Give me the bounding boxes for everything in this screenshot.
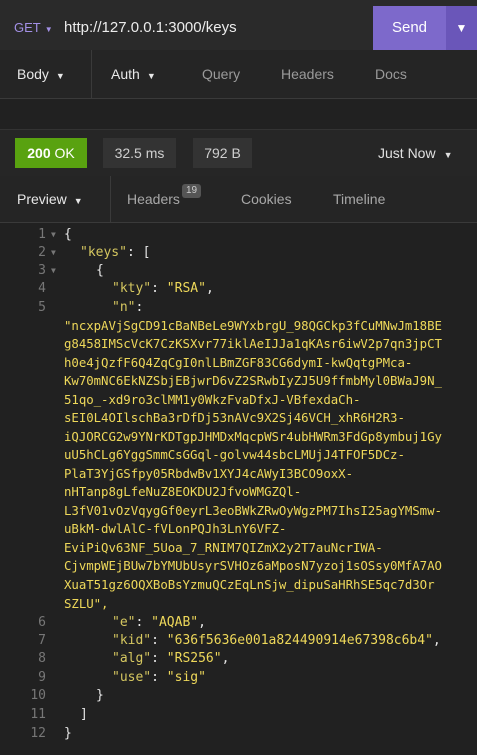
tab-body[interactable]: Body ▼	[17, 50, 65, 98]
json-value-wrap: nHTanp8gLfeNuZ8EOKDU2JfvoWMGZQl-	[64, 484, 302, 499]
line-number: 10	[30, 688, 46, 703]
json-key: "n"	[112, 300, 136, 315]
tab-docs[interactable]: Docs	[375, 50, 407, 98]
divider	[110, 176, 111, 222]
tab-preview[interactable]: Preview ▼	[17, 176, 83, 222]
line-number: 6	[38, 615, 46, 630]
line-number: 3	[38, 263, 46, 278]
request-tabs: Body ▼ Auth ▼ Query Headers Docs	[0, 50, 477, 99]
chevron-down-icon: ▼	[146, 71, 156, 81]
fold-arrow-icon[interactable]: ▼	[51, 262, 56, 280]
chevron-down-icon: ▼	[44, 25, 53, 34]
json-key: "e"	[112, 615, 136, 630]
line-number: 5	[38, 300, 46, 315]
code-line: {	[64, 227, 72, 242]
tab-cookies[interactable]: Cookies	[241, 176, 292, 222]
line-number: 12	[30, 726, 46, 741]
tab-label: Preview	[17, 191, 67, 207]
url-bar: GET ▼ http://127.0.0.1:3000/keys Send ▼	[0, 0, 477, 51]
code-line: ]	[80, 707, 88, 722]
tab-query[interactable]: Query	[202, 50, 240, 98]
fold-arrow-icon[interactable]: ▼	[51, 226, 56, 244]
response-status-bar: 200 OK 32.5 ms 792 B Just Now ▼	[0, 130, 477, 177]
tab-headers[interactable]: Headers	[281, 50, 334, 98]
json-key: "alg"	[112, 651, 152, 666]
tab-label: Auth	[111, 66, 140, 82]
url-input[interactable]: http://127.0.0.1:3000/keys	[64, 0, 237, 50]
json-value-wrap: XuaT51gz6OQXBoBsYzmuQCzEqLnSjw_dipuSaHRh…	[64, 577, 435, 592]
json-value-wrap: sEI0L4OIlschBa3rDfDj53nAVc9X2Sj46VCH_xhR…	[64, 410, 405, 425]
send-button[interactable]: Send	[373, 6, 446, 50]
json-punct: : [	[126, 245, 151, 260]
code-line: "keys": [	[80, 244, 150, 262]
tab-label: Body	[17, 66, 49, 82]
json-key: "keys"	[80, 245, 127, 260]
json-value-wrap: EviPiQv63NF_5Uoa_7_RNIM7QIZmX2y2T7auNcrI…	[64, 540, 383, 555]
line-number: 4	[38, 281, 46, 296]
json-value-wrap: uU5hCLg6YggSmmCsGGql-golvw44sbcLMUjJ4TFO…	[64, 447, 405, 462]
json-key: "kty"	[112, 281, 152, 296]
code-line: "e": "AQAB",	[112, 615, 206, 630]
line-number: 11	[30, 707, 46, 722]
status-code: 200	[27, 145, 51, 161]
status-text: OK	[54, 145, 75, 161]
code-line: "use": "sig"	[112, 670, 206, 685]
json-value: "RSA"	[166, 281, 206, 296]
json-value-wrap: PlaT3YjGSfpy05RbdwBv1XYJ4cAWyI3BCO9oxX-	[64, 466, 353, 481]
response-tabs: Preview ▼ Headers 19 Cookies Timeline	[0, 176, 477, 223]
json-value: "AQAB"	[151, 615, 199, 630]
code-line: }	[64, 726, 72, 741]
history-label: Just Now	[378, 145, 436, 161]
line-number: 8	[38, 651, 46, 666]
json-value-wrap: "ncxpAVjSgCD91cBaNBeLe9WYxbrgU_98QGCkp3f…	[64, 318, 442, 333]
line-number: 2	[38, 245, 46, 260]
json-value-wrap: Kw70mNC6EkNZSbjEBjwrD6vZ2SRwbIyZJ5U9ffmb…	[64, 373, 442, 388]
code-line: {	[96, 263, 104, 278]
json-key: "kid"	[112, 633, 152, 648]
chevron-down-icon: ▼	[73, 196, 83, 206]
line-number: 9	[38, 670, 46, 685]
code-line: "alg": "RS256",	[112, 651, 230, 666]
json-value-wrap: iQJORCG2w9YNrKDTgpJHMDxMqcpWSr4ubHWRm3Fd…	[64, 429, 442, 444]
json-value-wrap: L3fV01vOzVqygGf0eyrL3eoBWkZRwOyWgzPM7Ihs…	[64, 503, 442, 518]
json-value: "RS256"	[166, 651, 222, 666]
send-options-button[interactable]: ▼	[446, 6, 477, 50]
chevron-down-icon: ▼	[455, 21, 468, 35]
json-value-wrap: h0e4jQzfF6Q4ZqCgI0nlLBmZGF83CG6dymI-kwQq…	[64, 355, 413, 370]
code-line: "n":	[112, 300, 144, 315]
fold-arrow-icon[interactable]: ▼	[51, 244, 56, 262]
line-number: 1	[38, 227, 46, 242]
code-line: "kid": "636f5636e001a824490914e67398c6b4…	[112, 633, 441, 648]
request-body-area	[0, 99, 477, 130]
response-time: 32.5 ms	[103, 138, 176, 168]
code-line: "kty": "RSA",	[112, 281, 214, 296]
headers-count-badge: 19	[182, 184, 202, 198]
tab-response-headers[interactable]: Headers	[127, 176, 180, 222]
json-value: "sig"	[166, 670, 206, 685]
json-value-wrap: g8458IMScVcK7CzKSXvr77iklAeIJJa1qKAsr6iw…	[64, 336, 442, 351]
code-line: }	[96, 688, 104, 703]
response-size: 792 B	[193, 138, 252, 168]
method-selector[interactable]: GET ▼	[14, 0, 53, 50]
json-value-wrap: CjvmpWEjBUw7bYMUbUsyrSVHOz6aMposN7yzoj1s…	[64, 558, 442, 573]
history-dropdown[interactable]: Just Now ▼	[378, 138, 453, 168]
divider	[91, 50, 92, 98]
line-number: 7	[38, 633, 46, 648]
tab-timeline[interactable]: Timeline	[333, 176, 385, 222]
method-label: GET	[14, 20, 41, 35]
json-value: "636f5636e001a824490914e67398c6b4"	[166, 633, 433, 648]
json-key: "use"	[112, 670, 152, 685]
json-value-wrap: SZLU",	[64, 596, 109, 611]
chevron-down-icon: ▼	[55, 71, 65, 81]
json-value-wrap: 51qo_-xd9ro3clMM1y0WkzFvaDfxJ-VBfexdaCh-	[64, 392, 361, 407]
chevron-down-icon: ▼	[443, 150, 453, 160]
tab-auth[interactable]: Auth ▼	[111, 50, 156, 98]
response-preview[interactable]: 1 2 3 4 5 6 7 8 9 10 11 12 ▼ ▼ ▼ { "keys…	[0, 226, 477, 755]
status-badge: 200 OK	[15, 138, 87, 168]
json-value-wrap: uBkM-dwlAlC-fVLonPQJh3LnY6VFZ-	[64, 521, 287, 536]
